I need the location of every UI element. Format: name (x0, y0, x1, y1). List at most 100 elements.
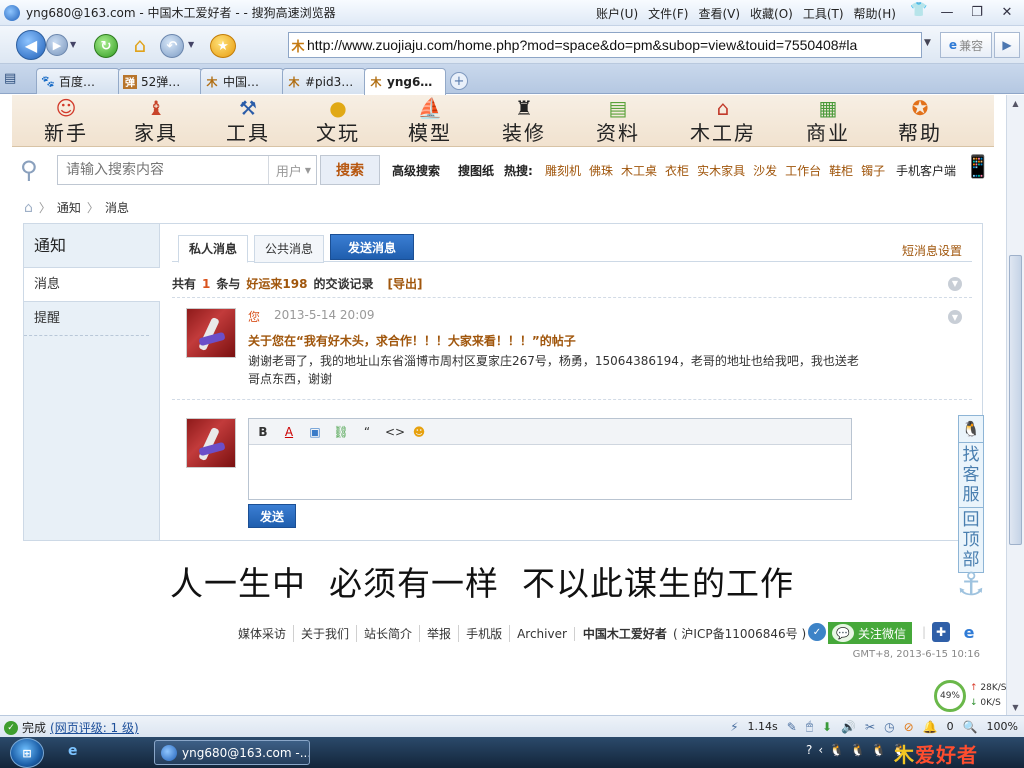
ie-quicklaunch-icon[interactable]: e (68, 743, 86, 761)
scrollbar-thumb[interactable] (1009, 255, 1022, 545)
text-color-icon[interactable]: A (281, 425, 297, 439)
forward-dropdown-icon[interactable]: ▼ (70, 40, 76, 49)
tab-yng-active[interactable]: 木 yng6… (364, 68, 446, 95)
nav-newbie[interactable]: ☺ 新手 (26, 95, 106, 145)
maximize-button[interactable]: ❐ (964, 2, 990, 22)
trust-cross-icon[interactable]: ✚ (932, 622, 950, 642)
hot-search-item[interactable]: 沙发 (753, 162, 777, 179)
forward-button[interactable]: ▶ (46, 34, 68, 56)
footer-brand[interactable]: 中国木工爱好者 (575, 625, 667, 642)
taskbar-window-button[interactable]: yng680@163.com -... (154, 740, 310, 765)
export-link[interactable]: [导出] (387, 275, 422, 292)
search-button[interactable]: 搜索 (320, 155, 380, 185)
nav-decoration[interactable]: ♜ 装修 (484, 95, 564, 145)
tab-private-messages[interactable]: 私人消息 (178, 235, 249, 263)
compat-mode-button[interactable]: e 兼容 (940, 32, 992, 58)
tab-52dan[interactable]: 弹 52弹… (118, 68, 202, 94)
qq-tray-icon[interactable]: 🐧 (850, 743, 865, 757)
menu-favorites[interactable]: 收藏(O) (750, 5, 793, 22)
address-dropdown-icon[interactable]: ▼ (924, 38, 931, 48)
code-icon[interactable]: <> (385, 425, 405, 439)
footer-link-webmaster[interactable]: 站长简介 (357, 625, 421, 642)
screenshot-icon[interactable]: ✂ (865, 720, 875, 734)
close-button[interactable]: ✕ (994, 2, 1020, 22)
footer-icp[interactable]: ( 沪ICP备11006846号 ) (667, 625, 806, 642)
menu-file[interactable]: 文件(F) (648, 5, 688, 22)
conversation-user-link[interactable]: 好运来198 (246, 275, 307, 292)
sidebar-item-messages[interactable]: 消息 (24, 268, 160, 302)
go-button[interactable]: ▶ (994, 32, 1020, 58)
hot-search-item[interactable]: 鞋柜 (829, 162, 853, 179)
breadcrumb-notifications[interactable]: 通知 (57, 199, 81, 216)
footer-link-about[interactable]: 关于我们 (294, 625, 358, 642)
reply-textarea[interactable] (249, 445, 849, 497)
zoom-level[interactable]: 100% (987, 720, 1018, 733)
collapse-chevron-icon[interactable]: ▼ (948, 276, 962, 291)
avatar[interactable] (186, 308, 236, 358)
footer-link-archiver[interactable]: Archiver (510, 626, 575, 641)
zoom-icon[interactable]: 🔍 (963, 720, 978, 734)
hot-search-item[interactable]: 镯子 (861, 162, 885, 179)
sound-icon[interactable]: 🔊 (841, 720, 856, 734)
edit-icon[interactable]: ✎ (787, 720, 797, 734)
e-badge-icon[interactable]: e (960, 622, 978, 642)
nav-business[interactable]: ▦ 商业 (788, 95, 868, 145)
nav-workshop[interactable]: ⌂ 木工房 (678, 95, 768, 145)
nav-models[interactable]: ⛵ 模型 (390, 95, 470, 145)
page-scrollbar[interactable]: ▲ ▼ (1006, 95, 1024, 715)
clock-icon[interactable]: ◷ (884, 720, 894, 734)
undo-dropdown-icon[interactable]: ▼ (188, 40, 194, 49)
help-tray-icon[interactable]: ? (806, 743, 812, 757)
minimize-button[interactable]: — (934, 2, 960, 22)
send-message-button[interactable]: 发送消息 (330, 234, 414, 260)
footer-link-media[interactable]: 媒体采访 (238, 625, 295, 642)
hot-search-item[interactable]: 佛珠 (589, 162, 613, 179)
page-rating-link[interactable]: (网页评级: 1 级) (50, 719, 139, 736)
nav-help[interactable]: ✪ 帮助 (880, 95, 960, 145)
message-author[interactable]: 您 (248, 308, 260, 325)
hot-search-item[interactable]: 实木家具 (697, 162, 745, 179)
refresh-button[interactable]: ↻ (94, 34, 118, 58)
scroll-up-icon[interactable]: ▲ (1007, 95, 1024, 111)
search-drawings-link[interactable]: 搜图纸 (458, 162, 494, 179)
tab-baidu[interactable]: 🐾 百度… (36, 68, 120, 94)
footer-link-mobile[interactable]: 手机版 (459, 625, 511, 642)
hot-search-item[interactable]: 木工桌 (621, 162, 657, 179)
mouse-gesture-icon[interactable]: 🖱 (806, 719, 813, 734)
tab-pid[interactable]: 木 #pid3… (282, 68, 366, 94)
home-icon[interactable]: ⌂ (24, 200, 33, 216)
sidebar-item-reminders[interactable]: 提醒 (24, 302, 149, 336)
notification-icon[interactable]: 🔔 (923, 720, 938, 734)
skin-icon[interactable]: 👕 (906, 0, 932, 20)
footer-link-report[interactable]: 举报 (420, 625, 460, 642)
nav-tools[interactable]: ⚒ 工具 (208, 95, 288, 145)
mobile-client-link[interactable]: 手机客户端 (896, 162, 956, 179)
download-icon[interactable]: ⬇ (822, 720, 832, 734)
search-type-select[interactable]: 用户 ▼ (268, 156, 318, 184)
customer-service-button[interactable]: 找客服 (958, 443, 984, 508)
menu-help[interactable]: 帮助(H) (854, 5, 896, 22)
menu-view[interactable]: 查看(V) (698, 5, 740, 22)
advanced-search-link[interactable]: 高级搜索 (392, 162, 440, 179)
hot-search-item[interactable]: 雕刻机 (545, 162, 581, 179)
hot-search-item[interactable]: 衣柜 (665, 162, 689, 179)
tab-zhongguo[interactable]: 木 中国… (200, 68, 284, 94)
search-input[interactable] (58, 157, 263, 183)
back-to-top-button[interactable]: 回顶部 (958, 508, 984, 573)
message-subject[interactable]: 关于您在“我有好木头，求合作！！！大家来看！！！”的帖子 (248, 332, 576, 349)
qq-penguin-icon[interactable]: 🐧 (958, 415, 984, 443)
ad-block-icon[interactable]: ⊘ (904, 720, 914, 734)
quote-icon[interactable]: “ (359, 425, 375, 439)
message-settings-link[interactable]: 短消息设置 (902, 242, 962, 259)
home-icon[interactable]: ⌂ (126, 32, 154, 58)
back-button[interactable]: ◀ (16, 30, 46, 60)
tab-public-messages[interactable]: 公共消息 (254, 235, 325, 263)
address-bar[interactable]: 木 http://www.zuojiaju.com/home.php?mod=s… (288, 32, 922, 58)
menu-account[interactable]: 账户(U) (596, 5, 638, 22)
message-chevron-icon[interactable]: ▼ (948, 310, 962, 324)
nav-furniture[interactable]: ♝ 家具 (116, 95, 196, 145)
menu-tools[interactable]: 工具(T) (803, 5, 844, 22)
follow-wechat-button[interactable]: 💬 关注微信 (828, 622, 912, 644)
reply-send-button[interactable]: 发送 (248, 504, 296, 528)
network-speed-widget[interactable]: 49% ↑ 28K/S ↓ 0K/S (930, 680, 1006, 714)
